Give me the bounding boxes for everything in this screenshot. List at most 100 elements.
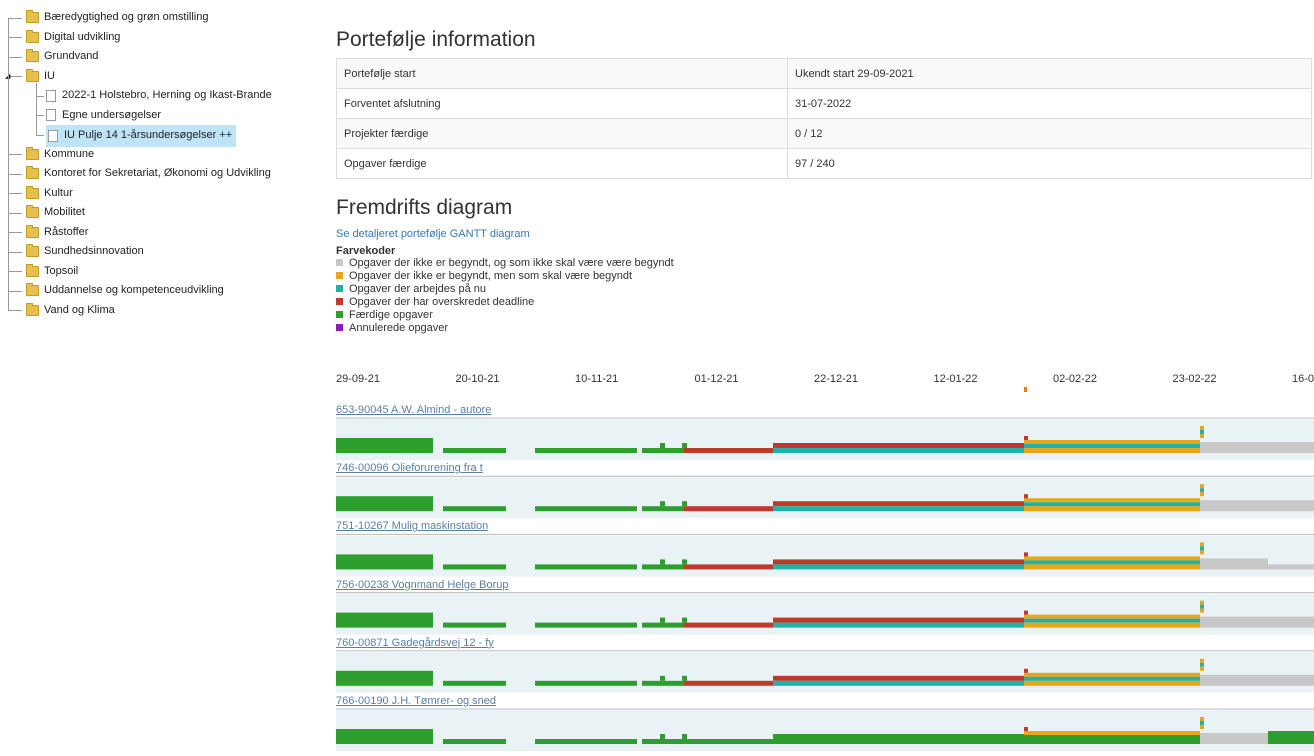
bar-done	[642, 739, 684, 744]
row-background	[336, 419, 1314, 460]
tree-node[interactable]: Egne undersøgelser	[0, 106, 300, 126]
tree-connector	[8, 271, 22, 273]
tree-node-label-wrap: Mobilitet	[26, 203, 85, 223]
bar-done	[443, 680, 506, 686]
folder-icon	[26, 302, 39, 316]
bar-stack-marker	[1200, 608, 1204, 613]
tree-node[interactable]: Sundhedsinnovation	[0, 242, 300, 262]
tree-node[interactable]: IU Pulje 14 1-årsundersøgelser ++	[0, 125, 300, 148]
bar-working	[1024, 502, 1200, 507]
tree-node-label: Kontoret for Sekretariat, Økonomi og Udv…	[44, 167, 271, 179]
bar-done	[642, 680, 684, 686]
bar-done	[535, 680, 637, 686]
tree-node-label: Topsoil	[44, 264, 79, 277]
tree-node-label-wrap: Topsoil	[26, 262, 78, 282]
bar-done	[443, 448, 506, 453]
bar-late-start	[1024, 731, 1200, 735]
bar-done	[535, 739, 637, 744]
bar-stack-marker	[1200, 662, 1204, 667]
bar-working	[773, 680, 1024, 686]
bar-overdue	[684, 448, 773, 453]
tree-node[interactable]: Kontoret for Sekretariat, Økonomi og Udv…	[0, 164, 300, 184]
tree-node-label: IU Pulje 14 1-årsundersøgelser ++	[64, 129, 233, 141]
tree-node-label: Kommune	[44, 147, 95, 160]
tree-node[interactable]: Digital udvikling	[0, 28, 300, 48]
tree-node[interactable]: Vand og Klima	[0, 301, 300, 321]
bar-working	[1024, 618, 1200, 623]
bar-done	[535, 564, 637, 570]
bar-late-start	[1024, 739, 1200, 744]
tree-node[interactable]: Grundvand	[0, 47, 300, 67]
tree-connector	[36, 83, 37, 135]
bar-overdue-top	[773, 559, 1024, 565]
bar-overdue	[684, 680, 773, 686]
bar-stack-marker	[1200, 546, 1204, 551]
tree-node-label-wrap: Uddannelse og kompetenceudvikling	[26, 281, 224, 301]
tree-connector	[8, 212, 22, 214]
bar-done	[535, 448, 637, 453]
bar-not-started	[1200, 616, 1314, 628]
folder-icon	[26, 283, 39, 297]
bar-stack-marker	[1200, 725, 1204, 729]
tree-connector	[36, 115, 44, 117]
bar-overdue-top	[773, 501, 1024, 507]
tree-node-label-wrap: Kommune	[26, 145, 94, 165]
tree-node[interactable]: Kommune	[0, 145, 300, 165]
bar-stack-marker	[1200, 600, 1204, 605]
tree-node[interactable]: Topsoil	[0, 262, 300, 282]
tree-node-label: Vand og Klima	[44, 303, 115, 316]
bar-not-started	[1268, 564, 1314, 570]
tree-connector	[8, 173, 22, 175]
bar-done	[443, 622, 506, 628]
bar-done	[535, 622, 637, 628]
tree-node-label: Sundhedsinnovation	[44, 245, 144, 257]
tree-node[interactable]: Mobilitet	[0, 203, 300, 223]
bar-late-start	[1024, 498, 1200, 503]
bar-not-started	[1200, 500, 1314, 512]
tree-node[interactable]: Kultur	[0, 184, 300, 204]
bar-working	[773, 564, 1024, 570]
tree-node-label-wrap: Bæredygtighed og grøn omstilling	[26, 8, 208, 28]
tree-node[interactable]: Råstoffer	[0, 223, 300, 243]
bar-overdue-top	[773, 734, 1024, 739]
bar-done-tick	[682, 617, 687, 623]
bar-done-tick	[660, 675, 665, 681]
bar-late-start	[1024, 622, 1200, 628]
tree-node-label: Uddannelse og kompetenceudvikling	[44, 284, 224, 296]
tree-node[interactable]: Bæredygtighed og grøn omstilling	[0, 8, 300, 28]
tree-connector	[8, 251, 22, 253]
bar-stack-marker	[1200, 484, 1204, 489]
document-icon	[46, 89, 56, 102]
row-background	[336, 593, 1314, 635]
bar-stack-marker	[1200, 717, 1204, 721]
bar-not-started	[1200, 558, 1268, 570]
bar-done-block	[336, 496, 433, 512]
bar-done-tick	[660, 559, 665, 565]
bar-done-block	[336, 670, 433, 686]
bar-working	[1024, 444, 1200, 448]
bar-working	[1024, 560, 1200, 565]
folder-icon	[26, 146, 39, 160]
bar-late-start	[1024, 564, 1200, 570]
bar-done-tick	[660, 617, 665, 623]
portfolio-tree: Bæredygtighed og grøn omstilling Digital …	[0, 8, 300, 320]
tree-node[interactable]: Uddannelse og kompetenceudvikling	[0, 281, 300, 301]
bar-late-start	[1024, 614, 1200, 619]
bar-stack-marker	[1200, 430, 1204, 434]
tree-node-label-wrap: Vand og Klima	[26, 301, 115, 321]
bar-done	[443, 506, 506, 512]
tree-node[interactable]: 2022-1 Holstebro, Herning og Ikast-Brand…	[0, 86, 300, 106]
bar-not-started	[1200, 733, 1268, 744]
tree-node-label-wrap: IU	[26, 67, 55, 87]
tree-node-label-wrap: Egne undersøgelser	[46, 106, 161, 126]
bar-overdue-top	[773, 675, 1024, 681]
bar-done	[1268, 731, 1314, 744]
bar-done-tick	[682, 443, 687, 448]
bar-stack-marker	[1200, 542, 1204, 547]
tree-connector	[8, 37, 22, 39]
tree-node[interactable]: ◢ IU	[0, 67, 300, 87]
tree-node-label: Mobilitet	[44, 206, 85, 218]
bar-working	[1024, 676, 1200, 681]
folder-icon	[26, 166, 39, 180]
bar-done-tick	[660, 734, 665, 739]
